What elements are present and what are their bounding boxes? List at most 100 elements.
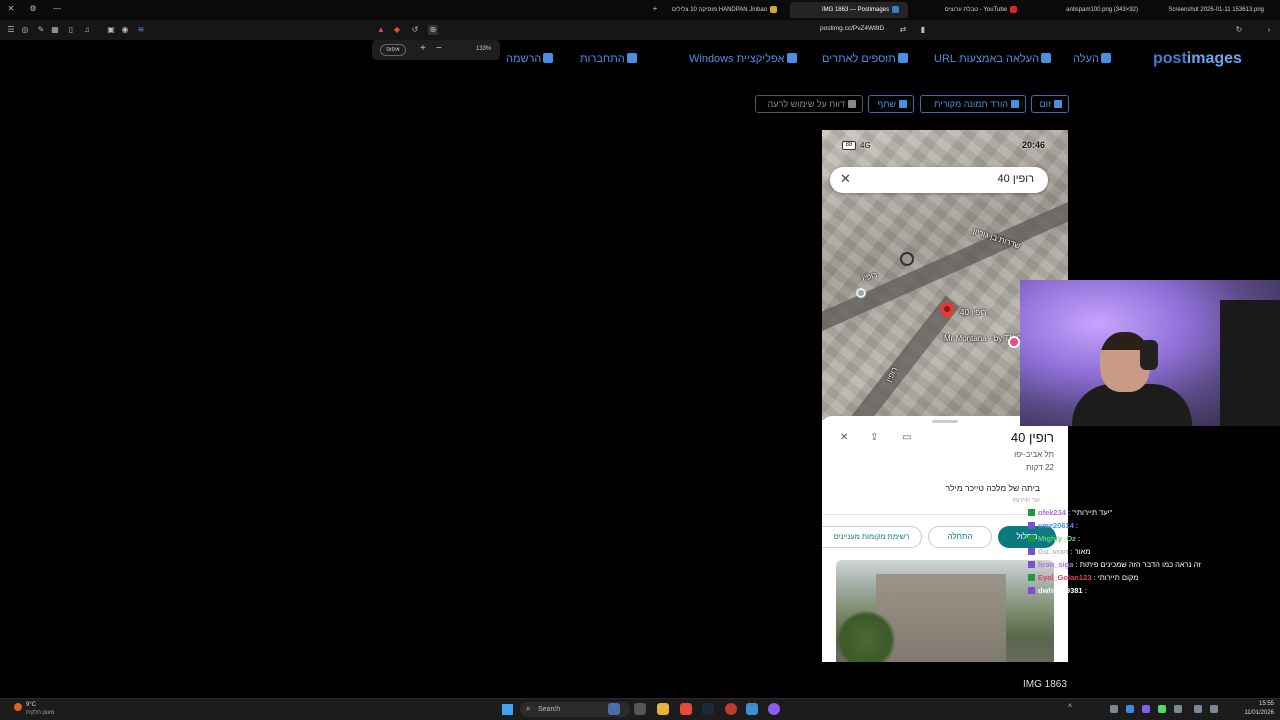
- volume-icon[interactable]: [1210, 705, 1218, 713]
- weather-desc[interactable]: מעונן חלקית: [26, 710, 54, 716]
- chat-username: dwhite19381: [1038, 586, 1083, 595]
- capture-icon[interactable]: ▣: [106, 25, 116, 35]
- weather-icon[interactable]: [14, 703, 22, 711]
- bookmark-icon[interactable]: ▮: [918, 25, 928, 35]
- map-search-bar: ✕ רופין 40: [830, 167, 1048, 193]
- chat-badge-icon: [1028, 587, 1035, 594]
- chat-message: Mighty_Oz :: [1028, 532, 1278, 545]
- chat-badge-icon: [1028, 548, 1035, 555]
- shield-icon[interactable]: ◎: [20, 25, 30, 35]
- nav-windows-app[interactable]: אפליקציית Windows: [689, 53, 797, 65]
- minimize-icon[interactable]: —: [52, 4, 62, 14]
- nav-label: תוספים לאתרים: [822, 53, 896, 65]
- wifi-icon[interactable]: ≋: [136, 25, 146, 35]
- zoom-indicator-icon[interactable]: ⊕: [428, 25, 438, 35]
- place-city: תל אביב-יפו: [1014, 450, 1054, 459]
- tune-icon[interactable]: ⇄: [898, 25, 908, 35]
- tab-handpan[interactable]: HANDPAN Jinbao מוסיקה 10 צלילים: [664, 2, 786, 18]
- taskbar: 9°C מעונן חלקית Search ⌕ ˄ 15:55 11/01/2…: [0, 698, 1280, 720]
- obs-icon[interactable]: [725, 703, 737, 715]
- sidebar-icon[interactable]: ▯: [66, 25, 76, 35]
- menu-icon[interactable]: ☰: [6, 25, 16, 35]
- close-window-icon[interactable]: ✕: [6, 4, 16, 14]
- tray-app-icon[interactable]: [1158, 705, 1166, 713]
- address-bar: ☰ ◎ ✎ ▦ ▯ ♫ ▣ ◉ ≋ ▲ ◆ ↺ ⊕ postimg.cc/PvZ…: [0, 20, 1280, 40]
- place-description: ביתה של מלכה טייכר מילר: [945, 483, 1040, 493]
- folder-icon[interactable]: [657, 703, 669, 715]
- split-icon[interactable]: ▦: [50, 25, 60, 35]
- steam-icon[interactable]: [702, 703, 714, 715]
- phone-clock: 20:46: [1022, 140, 1046, 150]
- tab-screenshot[interactable]: Screenshot 2026-01-11 153613.png: [1150, 2, 1270, 18]
- forward-icon[interactable]: ›: [1264, 25, 1274, 35]
- share-page-icon[interactable]: ↺: [410, 25, 420, 35]
- tray-app-icon[interactable]: [1142, 705, 1150, 713]
- headset-icon: [1140, 340, 1158, 370]
- shield-badge-icon[interactable]: ◆: [392, 25, 402, 35]
- nav-label: התחברות: [580, 53, 625, 65]
- map-pin-label: רופין 40: [960, 308, 987, 317]
- button-label: דווח על שימוש לרעה: [767, 99, 845, 109]
- site-logo[interactable]: postimages: [1153, 50, 1242, 68]
- discord-icon[interactable]: [768, 703, 780, 715]
- report-button[interactable]: דווח על שימוש לרעה: [755, 95, 863, 113]
- tray-app-icon[interactable]: [1126, 705, 1134, 713]
- url-field[interactable]: postimg.cc/PvZ4W8tD: [820, 25, 884, 32]
- new-tab-icon[interactable]: +: [650, 4, 660, 14]
- magnifier-icon: [1054, 100, 1062, 108]
- tools-icon[interactable]: ✎: [36, 25, 46, 35]
- map-search-text: רופין 40: [997, 173, 1034, 185]
- stream-chat: ofek234 : "יעד תיירותי" cme20614 : Mighty…: [1028, 506, 1278, 597]
- clock-time[interactable]: 15:55: [1244, 701, 1274, 707]
- settings-icon[interactable]: ⚙: [28, 4, 38, 14]
- reload-icon[interactable]: ↻: [1234, 25, 1244, 35]
- chat-message: cme20614 :: [1028, 519, 1278, 532]
- poi-marker-icon: [1008, 336, 1020, 348]
- download-original-button[interactable]: הורד תמונה מקורית: [920, 95, 1026, 113]
- nav-register[interactable]: הרשמה: [506, 53, 554, 65]
- zoom-in-button[interactable]: +: [420, 43, 426, 55]
- windows-start-icon[interactable]: [502, 704, 513, 715]
- youtube-icon: [1010, 5, 1017, 13]
- drive-time: 22 דקות: [1026, 463, 1054, 472]
- task-view-icon[interactable]: [608, 703, 620, 715]
- zoom-reset-button[interactable]: איפוס: [380, 44, 406, 56]
- network-icon[interactable]: [1194, 705, 1202, 713]
- chat-badge-icon: [1028, 574, 1035, 581]
- flag-icon: [848, 100, 856, 108]
- bookmark-icon: ▭: [902, 432, 912, 443]
- tray-app-icon[interactable]: [1110, 705, 1118, 713]
- zoom-button[interactable]: זום: [1031, 95, 1069, 113]
- music-icon[interactable]: ♫: [82, 25, 92, 35]
- close-icon: ✕: [840, 171, 851, 186]
- tray-overflow-icon[interactable]: ˄: [1068, 703, 1076, 711]
- file-explorer-icon[interactable]: [634, 703, 646, 715]
- nav-upload-url[interactable]: העלאה באמצעות URL: [934, 53, 1052, 65]
- chat-username: Eyal_Golan123: [1038, 573, 1092, 582]
- brave-icon[interactable]: ▲: [376, 25, 386, 35]
- download-icon: [1011, 100, 1019, 108]
- camera-icon[interactable]: ◉: [120, 25, 130, 35]
- globe-icon: [1041, 53, 1052, 63]
- handpan-icon: [770, 5, 777, 13]
- weather-temp[interactable]: 9°C: [26, 702, 36, 708]
- clock-date[interactable]: 11/01/2026: [1232, 710, 1274, 716]
- nav-upload[interactable]: העלה: [1073, 53, 1111, 65]
- nav-addons[interactable]: תוספים לאתרים: [822, 53, 908, 65]
- tab-youtube[interactable]: YouTube - טבלת ערוצים: [910, 2, 1026, 18]
- zoom-out-button[interactable]: −: [436, 43, 442, 55]
- nav-label: העלאה באמצעות URL: [934, 53, 1040, 65]
- nav-login[interactable]: התחברות: [580, 53, 637, 65]
- brave-browser-icon[interactable]: [680, 703, 692, 715]
- phone-status-bar: 88 4G 20:46: [822, 130, 1068, 154]
- microphone-icon[interactable]: [1174, 705, 1182, 713]
- button-label: הורד תמונה מקורית: [934, 99, 1008, 109]
- tab-antispam[interactable]: antispam100.png (343×92): [1030, 2, 1144, 18]
- share-button[interactable]: שתף: [868, 95, 914, 113]
- tab-label: IMG 1863 — Postimages: [821, 7, 889, 13]
- tab-postimages[interactable]: IMG 1863 — Postimages: [790, 2, 908, 18]
- places-list-chip: רשימת מקומות מעניינים: [822, 526, 922, 548]
- place-title: רופין 40: [1010, 430, 1054, 445]
- webcam-overlay: [1020, 280, 1280, 426]
- app-icon[interactable]: [746, 703, 758, 715]
